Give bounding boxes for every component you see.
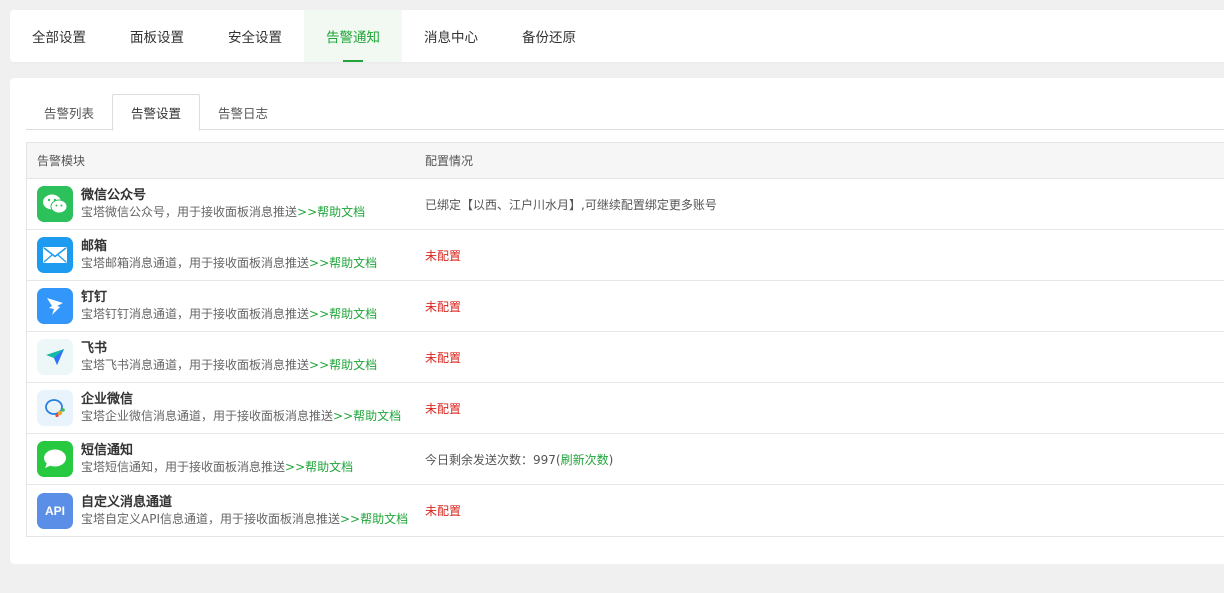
config-status[interactable]: 未配置 xyxy=(425,504,461,518)
table-header: 告警模块 配置情况 xyxy=(27,143,1224,179)
header-config-status: 配置情况 xyxy=(425,154,474,168)
config-status[interactable]: 未配置 xyxy=(425,402,461,416)
config-status[interactable]: 未配置 xyxy=(425,351,461,365)
config-status: 已绑定【以西、江户川水月】,可继续配置绑定更多账号 xyxy=(425,197,717,212)
table-row: API 自定义消息通道 宝塔自定义API信息通道，用于接收面板消息推送>>帮助文… xyxy=(27,485,1224,536)
sms-remaining-text: 今日剩余发送次数：997( xyxy=(425,452,561,467)
subtab-alert-settings[interactable]: 告警设置 xyxy=(112,94,201,131)
subtab-alert-log[interactable]: 告警日志 xyxy=(200,94,286,130)
sub-tabs: 告警列表 告警设置 告警日志 xyxy=(26,94,1224,131)
help-doc-link[interactable]: >>帮助文档 xyxy=(309,256,377,270)
table-row: 钉钉 宝塔钉钉消息通道，用于接收面板消息推送>>帮助文档 未配置 xyxy=(27,281,1224,332)
tab-backup-restore[interactable]: 备份还原 xyxy=(500,10,598,62)
channel-desc: 宝塔微信公众号，用于接收面板消息推送 xyxy=(81,205,298,219)
sms-remaining-suffix: ) xyxy=(608,452,614,467)
top-nav: 全部设置 面板设置 安全设置 告警通知 消息中心 备份还原 xyxy=(10,10,1224,62)
help-doc-link[interactable]: >>帮助文档 xyxy=(333,409,401,423)
config-status[interactable]: 未配置 xyxy=(425,300,461,314)
table-row: 飞书 宝塔飞书消息通道，用于接收面板消息推送>>帮助文档 未配置 xyxy=(27,332,1224,383)
tab-all-settings[interactable]: 全部设置 xyxy=(10,10,108,62)
channel-name: 飞书 xyxy=(81,341,108,356)
mail-icon xyxy=(37,237,73,273)
content-panel: 告警列表 告警设置 告警日志 告警模块 配置情况 微信公众号 宝塔微信公众号，用… xyxy=(10,78,1224,564)
channel-name: 企业微信 xyxy=(81,392,134,407)
table-row: 短信通知 宝塔短信通知，用于接收面板消息推送>>帮助文档 今日剩余发送次数：99… xyxy=(27,434,1224,485)
refresh-count-link[interactable]: 刷新次数 xyxy=(561,453,609,467)
channel-desc: 宝塔自定义API信息通道，用于接收面板消息推送 xyxy=(81,511,340,526)
channel-name: 钉钉 xyxy=(81,290,108,305)
dingtalk-icon xyxy=(37,288,73,324)
feishu-icon xyxy=(37,339,73,375)
channel-desc: 宝塔企业微信消息通道，用于接收面板消息推送 xyxy=(81,409,334,423)
tab-alert-notification[interactable]: 告警通知 xyxy=(304,10,402,62)
help-doc-link[interactable]: >>帮助文档 xyxy=(309,358,377,372)
channel-name: 邮箱 xyxy=(81,239,108,254)
table-row: 企业微信 宝塔企业微信消息通道，用于接收面板消息推送>>帮助文档 未配置 xyxy=(27,383,1224,434)
help-doc-link[interactable]: >>帮助文档 xyxy=(285,460,353,474)
alert-channel-table: 告警模块 配置情况 微信公众号 宝塔微信公众号，用于接收面板消息推送>>帮助文档… xyxy=(26,142,1224,537)
channel-name: 微信公众号 xyxy=(81,188,147,203)
subtab-alert-list[interactable]: 告警列表 xyxy=(26,94,112,130)
table-row: 微信公众号 宝塔微信公众号，用于接收面板消息推送>>帮助文档 已绑定【以西、江户… xyxy=(27,179,1224,230)
channel-name: 短信通知 xyxy=(81,443,134,458)
tab-security-settings[interactable]: 安全设置 xyxy=(206,10,304,62)
help-doc-link[interactable]: >>帮助文档 xyxy=(309,307,377,321)
table-row: 邮箱 宝塔邮箱消息通道，用于接收面板消息推送>>帮助文档 未配置 xyxy=(27,230,1224,281)
config-status[interactable]: 未配置 xyxy=(425,249,461,263)
channel-name: 自定义消息通道 xyxy=(81,494,173,510)
sms-icon xyxy=(37,441,73,477)
api-icon: API xyxy=(37,492,73,529)
channel-desc: 宝塔飞书消息通道，用于接收面板消息推送 xyxy=(81,358,310,372)
channel-desc: 宝塔短信通知，用于接收面板消息推送 xyxy=(81,460,286,474)
config-status: 今日剩余发送次数：997(刷新次数) xyxy=(415,451,613,468)
tab-message-center[interactable]: 消息中心 xyxy=(402,10,500,62)
help-doc-link[interactable]: >>帮助文档 xyxy=(340,512,408,526)
channel-desc: 宝塔钉钉消息通道，用于接收面板消息推送 xyxy=(81,307,310,321)
header-alert-module: 告警模块 xyxy=(37,154,86,168)
tab-panel-settings[interactable]: 面板设置 xyxy=(108,10,206,62)
help-doc-link[interactable]: >>帮助文档 xyxy=(297,205,365,219)
channel-desc: 宝塔邮箱消息通道，用于接收面板消息推送 xyxy=(81,256,310,270)
wecom-icon xyxy=(37,390,73,426)
wechat-icon xyxy=(37,186,73,222)
api-icon-text: API xyxy=(44,503,65,518)
